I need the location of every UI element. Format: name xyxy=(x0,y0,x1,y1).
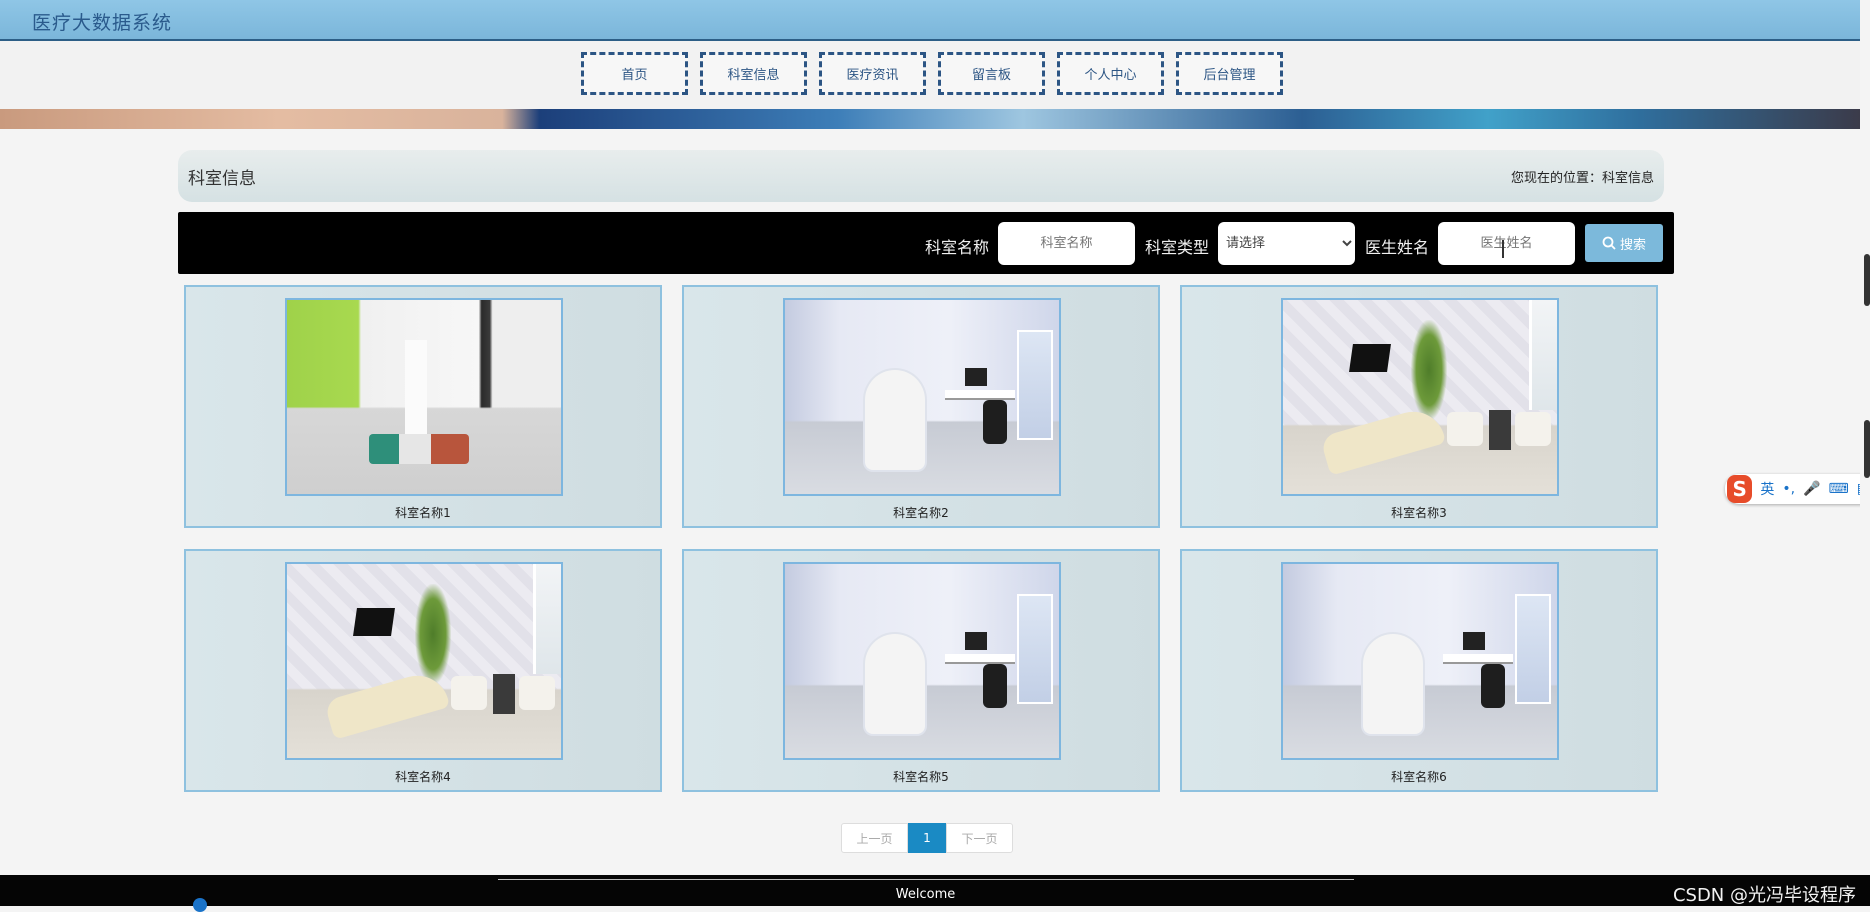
department-photo[interactable] xyxy=(1281,298,1559,496)
page-1-button[interactable]: 1 xyxy=(908,823,946,853)
department-card[interactable]: 科室名称1 xyxy=(184,285,662,528)
doctor-name-label: 医生姓名 xyxy=(1365,238,1430,257)
search-button[interactable]: 搜索 xyxy=(1585,224,1663,262)
department-photo[interactable] xyxy=(1281,562,1559,760)
prev-page-button[interactable]: 上一页 xyxy=(841,823,908,853)
department-name[interactable]: 科室名称3 xyxy=(1182,504,1656,521)
nav-home[interactable]: 首页 xyxy=(581,52,688,95)
pagination: 上一页 1 下一页 xyxy=(841,823,1013,853)
department-name[interactable]: 科室名称6 xyxy=(1182,768,1656,785)
top-header: 医疗大数据系统 xyxy=(0,0,1860,41)
department-name[interactable]: 科室名称5 xyxy=(684,768,1158,785)
ime-keyboard-icon[interactable]: ⌨ xyxy=(1829,481,1849,497)
department-name[interactable]: 科室名称4 xyxy=(186,768,660,785)
dept-type-select[interactable]: 请选择 xyxy=(1218,222,1355,265)
doctor-name-input[interactable] xyxy=(1438,222,1575,265)
department-card[interactable]: 科室名称3 xyxy=(1180,285,1658,528)
csdn-watermark: CSDN @光冯毕设程序 xyxy=(1672,885,1856,906)
department-card[interactable]: 科室名称4 xyxy=(184,549,662,792)
department-card[interactable]: 科室名称6 xyxy=(1180,549,1658,792)
scrollbar-thumb[interactable] xyxy=(1864,420,1870,478)
next-page-button[interactable]: 下一页 xyxy=(946,823,1013,853)
department-photo[interactable] xyxy=(783,562,1061,760)
footer-divider xyxy=(498,879,1354,880)
scroll-marker xyxy=(1864,254,1870,306)
department-card[interactable]: 科室名称2 xyxy=(682,285,1160,528)
department-photo[interactable] xyxy=(285,298,563,496)
department-name[interactable]: 科室名称2 xyxy=(684,504,1158,521)
ime-toolbar[interactable]: S 英 •, 🎤 ⌨ ▦ xyxy=(1725,474,1870,504)
banner-image xyxy=(0,109,1860,129)
department-photo[interactable] xyxy=(285,562,563,760)
main-nav: 首页 科室信息 医疗资讯 留言板 个人中心 后台管理 xyxy=(581,52,1283,95)
nav-bar: 首页 科室信息 医疗资讯 留言板 个人中心 后台管理 xyxy=(0,41,1860,109)
sogou-logo-icon[interactable]: S xyxy=(1727,475,1753,503)
department-photo[interactable] xyxy=(783,298,1061,496)
nav-personal-center[interactable]: 个人中心 xyxy=(1057,52,1164,95)
page-title: 科室信息 xyxy=(188,169,256,189)
ime-mic-icon[interactable]: 🎤 xyxy=(1803,481,1820,497)
nav-message-board[interactable]: 留言板 xyxy=(938,52,1045,95)
dept-name-label: 科室名称 xyxy=(925,238,990,257)
ime-lang-toggle[interactable]: 英 xyxy=(1760,479,1774,499)
search-bar: 科室名称 科室类型 请选择 医生姓名 搜索 xyxy=(178,212,1674,274)
nav-admin[interactable]: 后台管理 xyxy=(1176,52,1283,95)
footer-welcome: Welcome xyxy=(895,887,956,902)
nav-departments[interactable]: 科室信息 xyxy=(700,52,807,95)
footer: Welcome CSDN @光冯毕设程序 xyxy=(0,875,1870,912)
site-title[interactable]: 医疗大数据系统 xyxy=(32,8,172,35)
footer-dot-icon xyxy=(193,898,207,912)
current-location: 您现在的位置：科室信息 xyxy=(1510,171,1654,186)
breadcrumb: 科室信息 您现在的位置：科室信息 xyxy=(178,150,1664,202)
text-cursor-icon xyxy=(1502,240,1504,258)
dept-type-label: 科室类型 xyxy=(1145,238,1210,257)
search-button-label: 搜索 xyxy=(1619,237,1646,253)
dept-name-input[interactable] xyxy=(998,222,1135,265)
department-card[interactable]: 科室名称5 xyxy=(682,549,1160,792)
nav-medical-news[interactable]: 医疗资讯 xyxy=(819,52,926,95)
search-icon xyxy=(1602,236,1616,250)
ime-punct-icon[interactable]: •, xyxy=(1782,481,1795,497)
department-name[interactable]: 科室名称1 xyxy=(186,504,660,521)
